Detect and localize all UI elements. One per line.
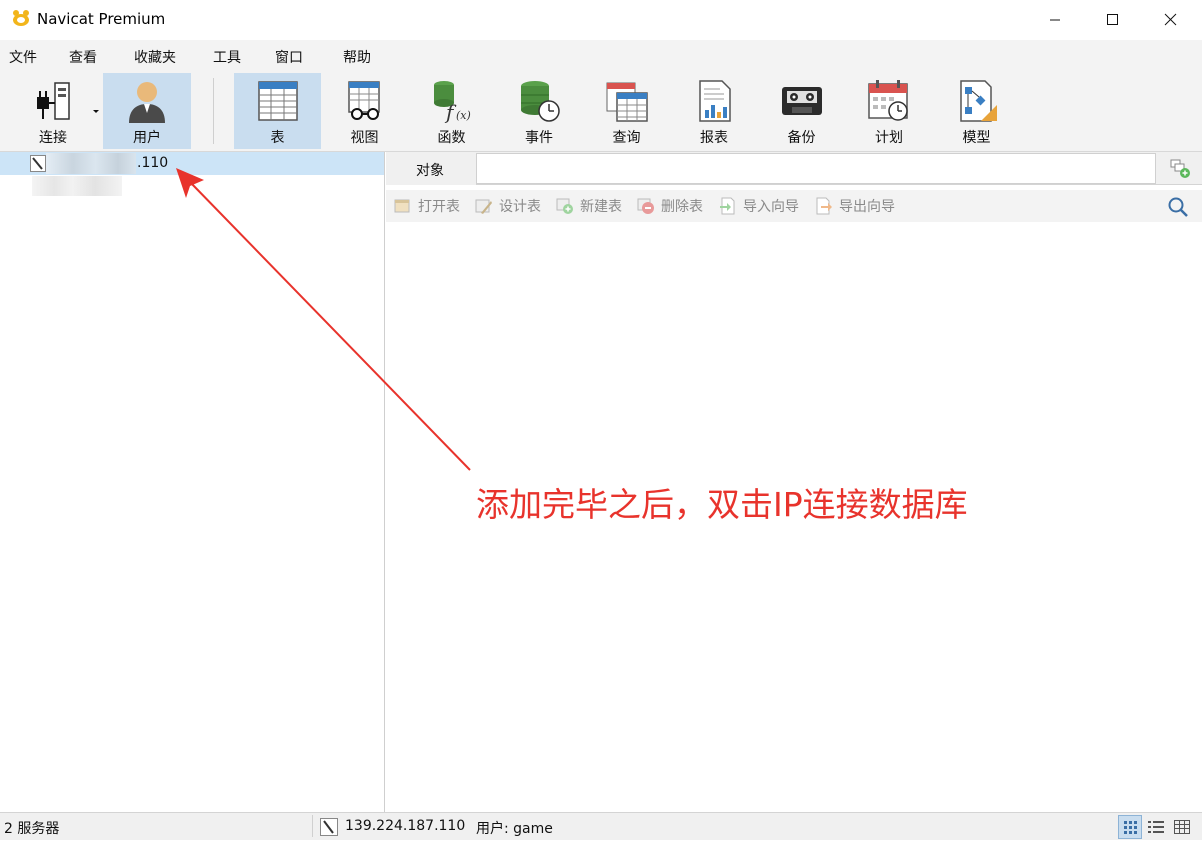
export-wizard-label: 导出向导: [839, 199, 895, 215]
import-wizard-label: 导入向导: [743, 199, 799, 215]
navicat-window: Navicat Premium 文件 查看 收藏夹 工具 窗口 帮助 连接 用户…: [0, 0, 1202, 840]
backup-label: 备份: [787, 130, 816, 146]
menu-tools[interactable]: 工具: [213, 47, 241, 67]
menu-favorites[interactable]: 收藏夹: [134, 47, 176, 67]
design-table-icon: [475, 199, 492, 214]
table-button[interactable]: 表: [234, 73, 321, 149]
status-ip: 139.224.187.110: [345, 818, 466, 834]
main-toolbar: 连接 用户 表 视图 f (x) 函数 事件 查询 报表 备份 计划 模型: [0, 70, 1202, 152]
list-view-icon: [1148, 821, 1164, 833]
view-label: 视图: [350, 130, 379, 146]
grid-view-button[interactable]: [1118, 815, 1142, 839]
function-label: 函数: [437, 130, 466, 146]
export-icon: [816, 197, 832, 215]
search-button[interactable]: [1166, 196, 1190, 218]
minimize-button[interactable]: [1026, 0, 1084, 40]
connect-label: 连接: [39, 130, 67, 146]
new-tab-button[interactable]: [1158, 152, 1202, 185]
function-fx-icon: f (x): [433, 81, 471, 123]
connection-item[interactable]: .110: [0, 152, 384, 175]
view-button[interactable]: 视图: [321, 73, 408, 149]
model-label: 模型: [962, 130, 991, 146]
menu-file[interactable]: 文件: [9, 47, 37, 67]
status-separator: [312, 815, 313, 837]
svg-text:(x): (x): [456, 109, 471, 122]
detail-view-icon: [1174, 820, 1190, 834]
report-button[interactable]: 报表: [670, 73, 758, 149]
tab-objects-label: 对象: [416, 163, 444, 179]
report-label: 报表: [700, 130, 728, 146]
connection-navigator: .110: [0, 152, 385, 812]
user-icon: [129, 82, 165, 123]
backup-tape-icon: [781, 87, 822, 115]
object-toolbar: 打开表 设计表 新建表 删除表 导入向导 导出向导: [386, 190, 1202, 222]
menu-help[interactable]: 帮助: [343, 47, 371, 67]
menu-window[interactable]: 窗口: [275, 47, 303, 67]
new-table-icon: [556, 198, 573, 214]
connection-icon: [30, 155, 46, 172]
connect-button[interactable]: 连接: [14, 73, 99, 149]
schedule-label: 计划: [875, 130, 903, 146]
query-table-icon: [606, 82, 648, 122]
delete-table-icon: [637, 198, 654, 214]
delete-table-label: 删除表: [661, 199, 703, 215]
close-icon: [1164, 13, 1177, 26]
query-label: 查询: [612, 130, 641, 146]
connect-plug-icon: [37, 82, 70, 120]
detail-view-button[interactable]: [1170, 815, 1194, 839]
connection-icon: [320, 818, 338, 836]
model-button[interactable]: 模型: [933, 73, 1020, 149]
minimize-icon: [1050, 19, 1060, 21]
tab-strip: 对象: [386, 152, 1202, 185]
status-bar: 2 服务器 139.224.187.110 用户: game: [0, 812, 1202, 840]
backup-button[interactable]: 备份: [758, 73, 845, 149]
event-button[interactable]: 事件: [495, 73, 583, 149]
event-label: 事件: [525, 130, 553, 146]
tab-objects[interactable]: 对象: [386, 152, 476, 185]
title-bar: Navicat Premium: [0, 0, 1202, 40]
menu-view[interactable]: 查看: [69, 47, 97, 67]
new-table-label: 新建表: [580, 199, 622, 215]
menu-bar: 文件 查看 收藏夹 工具 窗口 帮助: [0, 40, 1202, 70]
schedule-button[interactable]: 计划: [845, 73, 933, 149]
user-button[interactable]: 用户: [103, 73, 191, 149]
report-chart-icon: [699, 80, 731, 122]
search-icon: [1168, 197, 1188, 217]
connection-name-label: .110: [137, 155, 169, 171]
annotation-text: 添加完毕之后，双击IP连接数据库: [476, 485, 968, 524]
maximize-button[interactable]: [1084, 0, 1142, 40]
toolbar-separator: [213, 78, 214, 144]
view-glasses-icon: [347, 81, 380, 120]
redacted-connection-name: [46, 153, 136, 174]
list-view-button[interactable]: [1144, 815, 1168, 839]
redacted-connection-item[interactable]: [32, 176, 122, 196]
model-diagram-icon: [959, 80, 997, 122]
open-table-icon: [394, 199, 410, 213]
close-button[interactable]: [1142, 0, 1200, 40]
user-label: 用户: [133, 130, 161, 146]
status-user: 用户: game: [476, 821, 553, 837]
add-tab-icon: [1170, 159, 1190, 178]
design-table-label: 设计表: [499, 199, 541, 215]
maximize-icon: [1107, 14, 1118, 25]
tab-area: [476, 153, 1156, 184]
server-count: 2 服务器: [4, 821, 60, 837]
open-table-label: 打开表: [418, 199, 460, 215]
window-title: Navicat Premium: [37, 10, 166, 28]
table-grid-icon: [257, 81, 298, 121]
query-button[interactable]: 查询: [583, 73, 670, 149]
grid-view-icon: [1124, 821, 1137, 834]
schedule-calendar-icon: [868, 80, 908, 121]
navicat-logo-icon: [13, 10, 29, 26]
function-button[interactable]: f (x) 函数: [408, 73, 495, 149]
chevron-down-icon: [93, 110, 99, 113]
event-clock-icon: [521, 81, 560, 122]
table-label: 表: [270, 130, 285, 146]
import-icon: [720, 197, 735, 215]
